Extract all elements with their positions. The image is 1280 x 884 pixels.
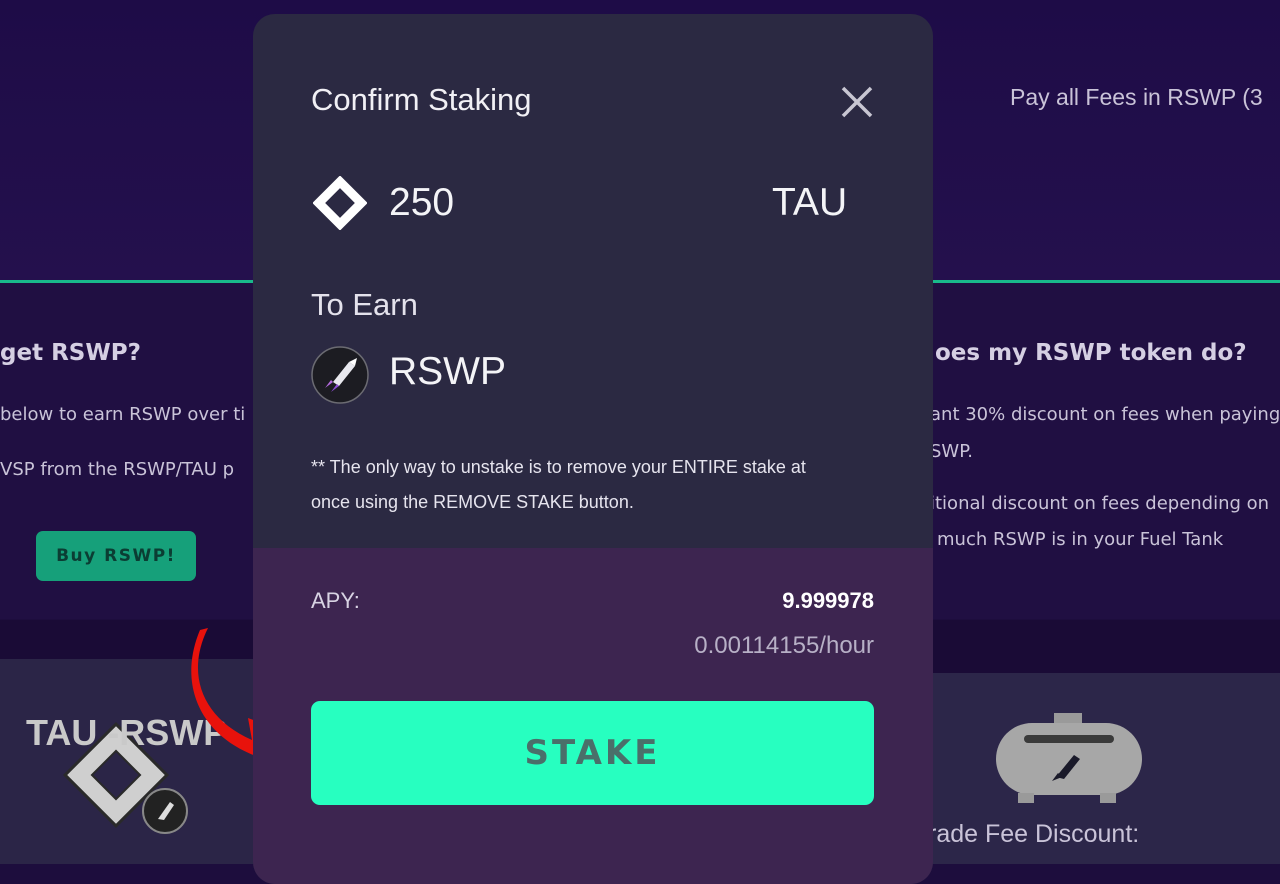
stake-summary-panel: APY: 9.999978 0.00114155/hour STAKE xyxy=(253,548,933,884)
trade-fee-discount-label: rade Fee Discount: xyxy=(928,820,1140,848)
rswp-rocket-icon xyxy=(311,346,369,404)
buy-rswp-button[interactable]: Buy RSWP! xyxy=(36,531,196,581)
to-earn-label: To Earn xyxy=(311,287,418,322)
unstake-note: ** The only way to unstake is to remove … xyxy=(311,457,806,512)
close-icon[interactable] xyxy=(839,84,875,120)
earn-token-name: RSWP xyxy=(389,350,506,393)
right-info-line-3: itional discount on fees depending on xyxy=(930,493,1270,514)
left-info-line-1: below to earn RSWP over ti xyxy=(0,404,246,425)
stake-token-symbol: TAU xyxy=(772,181,848,224)
stake-amount: 250 xyxy=(389,181,455,224)
tau-token-icon xyxy=(313,176,367,230)
apy-hourly-rate: 0.00114155/hour xyxy=(694,632,874,659)
apy-label: APY: xyxy=(311,588,360,613)
modal-title: Confirm Staking xyxy=(311,82,532,117)
left-info-line-2: VSP from the RSWP/TAU p xyxy=(0,459,235,480)
fees-banner-text: Pay all Fees in RSWP (3 xyxy=(1010,84,1263,110)
right-info-line-1: ant 30% discount on fees when paying xyxy=(930,404,1280,425)
right-info-line-4: much RSWP is in your Fuel Tank xyxy=(937,529,1224,550)
left-info-heading: get RSWP? xyxy=(0,340,141,366)
confirm-staking-modal: Confirm Staking 250 TAU To Earn RSWP ** … xyxy=(253,14,933,884)
stake-button[interactable]: STAKE xyxy=(311,701,874,805)
apy-value: 9.999978 xyxy=(782,588,874,613)
right-info-line-2: SWP. xyxy=(930,441,973,462)
right-info-heading: oes my RSWP token do? xyxy=(935,340,1247,366)
